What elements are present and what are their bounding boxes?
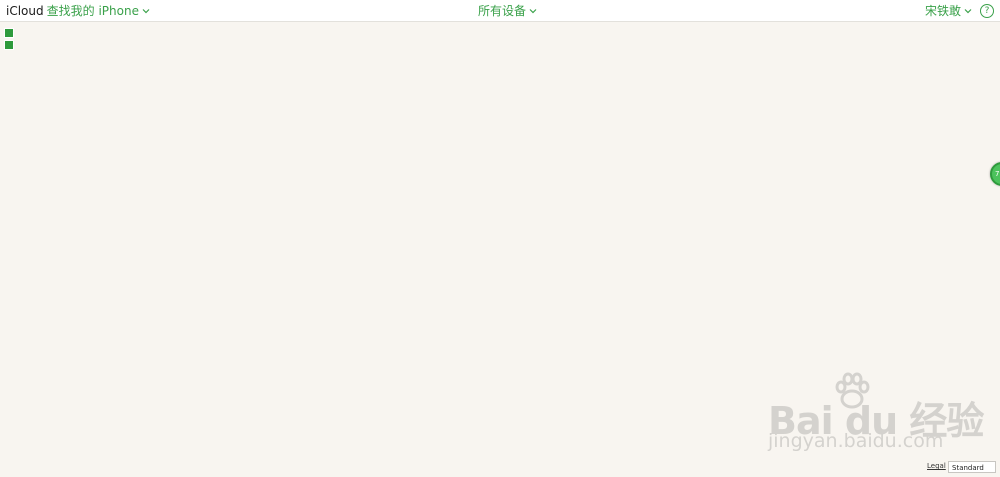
icloud-label: iCloud (6, 4, 44, 18)
all-devices-label: 所有设备 (478, 4, 527, 18)
device-location-pin[interactable]: 71 (990, 162, 1000, 186)
baidu-jingyan-watermark: Bai du 经验 jingyan.baidu.com (768, 372, 984, 458)
app-brand: iCloud 查找我的 iPhone (6, 3, 150, 19)
chevron-down-icon (142, 8, 150, 13)
help-symbol: ? (984, 6, 990, 16)
map-view[interactable]: 71 Bai du 经验 jingyan.baidu.com Legal Sta… (0, 22, 1000, 477)
device-pin-label: 71 (995, 170, 1000, 178)
zoom-control (4, 28, 14, 52)
map-type-selector[interactable]: Standard (948, 461, 996, 473)
zoom-out-icon[interactable] (4, 40, 14, 50)
app-title: 查找我的 iPhone (46, 4, 139, 18)
legal-link[interactable]: Legal (927, 462, 946, 470)
chevron-down-icon (529, 8, 537, 13)
user-name: 宋铁敢 (924, 4, 961, 18)
watermark-url: jingyan.baidu.com (768, 430, 944, 452)
help-icon[interactable]: ? (980, 4, 994, 18)
top-bar: iCloud 查找我的 iPhone 所有设备 宋铁敢 ? (0, 0, 1000, 22)
paw-logo-icon (835, 372, 870, 409)
watermark-brand: Bai du 经验 (768, 399, 984, 443)
chevron-down-icon (964, 8, 972, 13)
zoom-in-icon[interactable] (4, 28, 14, 38)
all-devices-menu[interactable]: 所有设备 (478, 3, 537, 19)
user-menu[interactable]: 宋铁敢 (925, 3, 972, 19)
app-switcher-button[interactable]: 查找我的 iPhone (47, 4, 150, 18)
